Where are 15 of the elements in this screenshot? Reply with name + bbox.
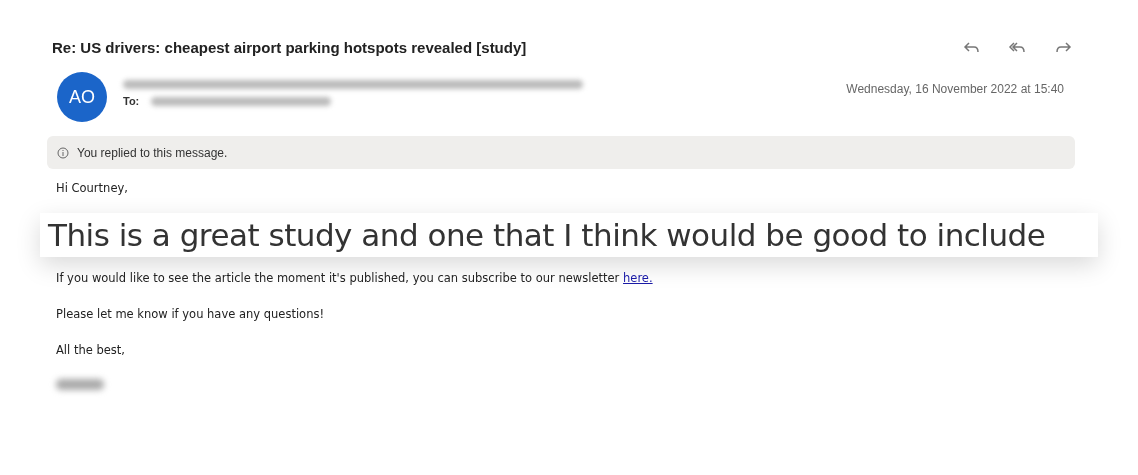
body-paragraph: All the best, xyxy=(56,343,126,357)
newsletter-link[interactable]: here. xyxy=(623,271,653,285)
email-date: Wednesday, 16 November 2022 at 15:40 xyxy=(846,81,1064,98)
sender-avatar: AO xyxy=(57,72,107,122)
info-icon xyxy=(57,146,69,159)
body-paragraph: If you would like to see the article the moment it's published, you can subscribe to our newsletter here. xyxy=(56,271,653,285)
notice-text: You replied to this message. xyxy=(77,145,228,160)
blurred-recipient-icon xyxy=(151,96,332,106)
body-paragraph: Hi Courtney, xyxy=(56,181,129,195)
body-paragraph: Please let me know if you have any questions! xyxy=(56,307,326,321)
blurred-sender-icon xyxy=(123,80,583,89)
email-subject: Re: US drivers: cheapest airport parking hotspots revealed [study] xyxy=(52,38,527,56)
blurred-signature-icon xyxy=(56,379,104,390)
to-label: To: xyxy=(123,95,140,107)
highlighted-quote: This is a great study and one that I think would be good to include xyxy=(40,213,1098,257)
